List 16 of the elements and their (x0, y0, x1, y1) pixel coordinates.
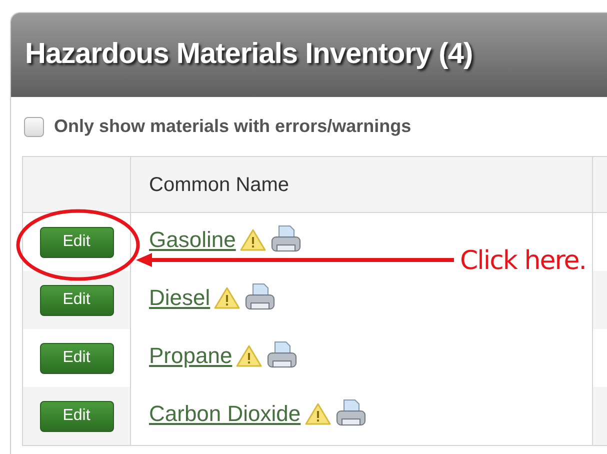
checkbox[interactable] (24, 116, 44, 136)
edit-button[interactable]: Edit (40, 226, 114, 258)
edit-button[interactable]: Edit (40, 284, 114, 316)
warning-icon (236, 344, 262, 368)
warning-icon (240, 228, 266, 252)
material-link[interactable]: Propane (149, 344, 232, 368)
panel-title: Hazardous Materials Inventory (4) (25, 37, 473, 72)
edit-button[interactable]: Edit (40, 400, 114, 432)
material-link[interactable]: Gasoline (149, 228, 236, 252)
material-link[interactable]: Diesel (149, 286, 210, 310)
column-header: Common Name (131, 157, 593, 212)
warning-icon (304, 402, 331, 426)
checkbox-label: Only show materials with errors/warnings (54, 115, 412, 138)
warning-icon (214, 286, 240, 310)
material-link[interactable]: Carbon Dioxide (149, 402, 301, 426)
edit-button[interactable]: Edit (40, 342, 114, 374)
